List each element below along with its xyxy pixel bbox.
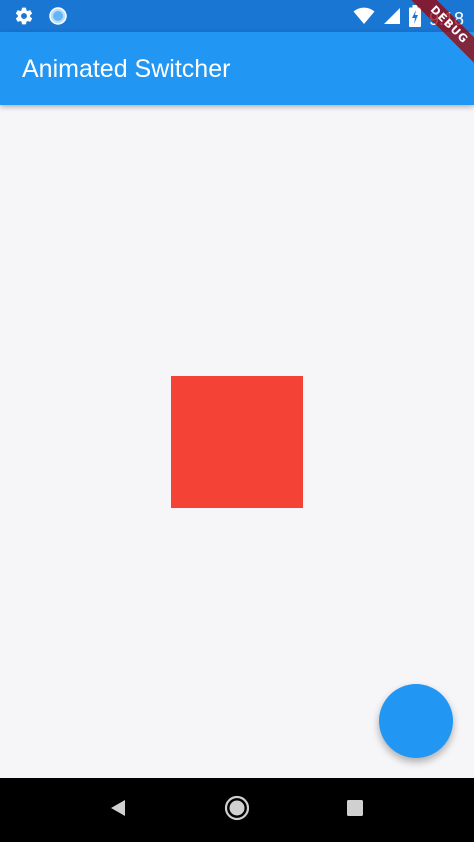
content-area <box>0 105 474 778</box>
signal-icon <box>383 6 401 31</box>
back-icon <box>109 798 127 823</box>
status-bar: 9:18 <box>0 0 474 32</box>
recents-button[interactable] <box>337 792 373 828</box>
wifi-icon <box>353 6 375 31</box>
animated-switcher-box <box>171 376 303 508</box>
status-time: 9:18 <box>428 8 464 29</box>
back-button[interactable] <box>100 792 136 828</box>
gear-icon <box>14 6 34 31</box>
home-icon <box>224 795 250 826</box>
battery-charging-icon <box>408 5 421 32</box>
system-nav-bar <box>0 778 474 842</box>
home-button[interactable] <box>219 792 255 828</box>
floating-action-button[interactable] <box>379 684 453 758</box>
app-bar: Animated Switcher <box>0 32 474 105</box>
app-bar-title: Animated Switcher <box>22 55 231 83</box>
recents-icon <box>346 799 364 822</box>
app-screen: 9:18 Animated Switcher DEBUG <box>0 0 474 842</box>
sync-circle-icon <box>48 6 68 31</box>
